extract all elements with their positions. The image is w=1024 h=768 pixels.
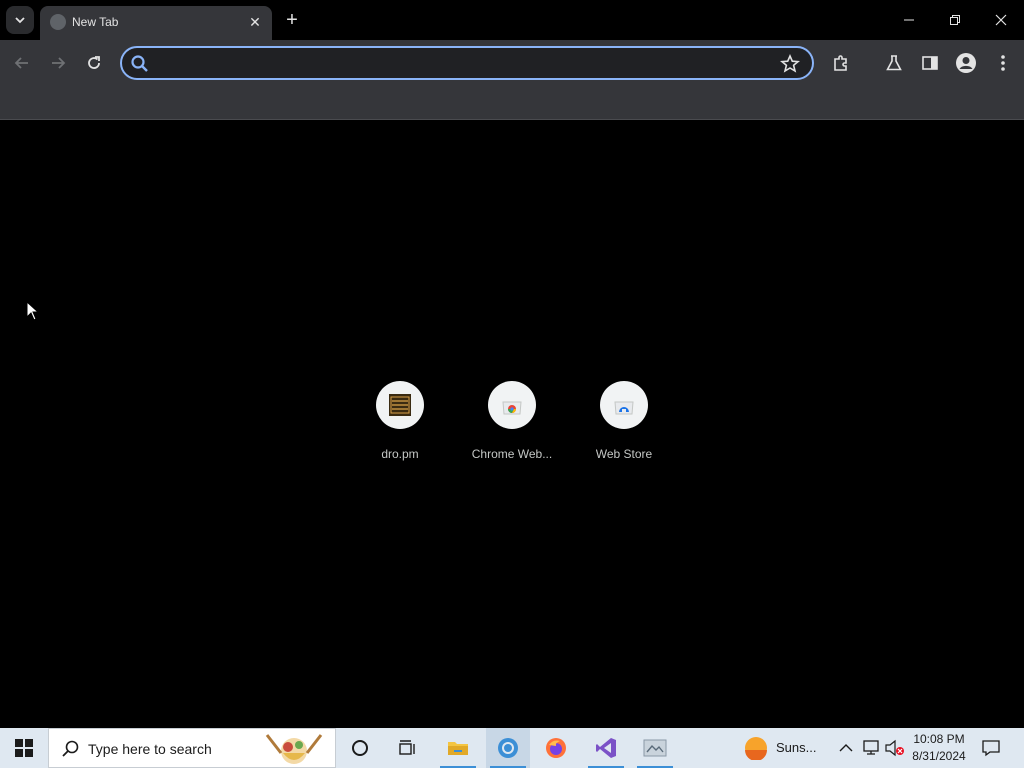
browser-toolbar (0, 40, 1024, 112)
visual-studio-taskbar-button[interactable] (584, 728, 628, 768)
reload-button[interactable] (80, 49, 108, 77)
show-hidden-icons-button[interactable] (836, 738, 856, 758)
more-vertical-icon (1001, 55, 1005, 71)
shortcut-label: Web Store (595, 447, 653, 461)
shortcut-tile[interactable]: Web Store (568, 381, 680, 473)
back-button[interactable] (8, 49, 36, 77)
firefox-taskbar-button[interactable] (534, 728, 578, 768)
weather-text: Suns... (776, 740, 817, 755)
side-panel-button[interactable] (919, 52, 941, 74)
search-icon (131, 55, 148, 72)
forward-button[interactable] (44, 49, 72, 77)
network-button[interactable] (861, 738, 881, 758)
speaker-muted-icon (885, 739, 904, 757)
tab-strip: New Tab ✕ + (0, 0, 1024, 40)
menu-button[interactable] (992, 52, 1014, 74)
clock-date: 8/31/2024 (912, 749, 966, 763)
minimize-button[interactable] (886, 0, 932, 40)
chevron-down-icon (15, 17, 25, 24)
app-window-icon (643, 739, 667, 757)
taskbar-search-box[interactable]: Type here to search (48, 728, 336, 768)
extensions-button[interactable] (830, 52, 852, 74)
profile-button[interactable] (955, 52, 977, 74)
chrome-web-store-icon (502, 401, 522, 415)
chrome-taskbar-button[interactable] (486, 728, 530, 768)
labs-button[interactable] (883, 52, 905, 74)
folder-icon (448, 742, 468, 755)
notifications-button[interactable] (980, 728, 1002, 768)
tab-new-tab[interactable]: New Tab ✕ (40, 6, 272, 40)
new-tab-page: dro.pm Chrome Web... Web Store (0, 121, 1024, 728)
tab-title: New Tab (72, 15, 119, 29)
dro-pm-icon (389, 394, 411, 416)
shortcut-tile[interactable]: Chrome Web... (456, 381, 568, 473)
search-icon (62, 740, 79, 757)
side-panel-icon (922, 56, 938, 70)
start-button[interactable] (0, 728, 48, 768)
arrow-left-icon (14, 57, 28, 69)
bookmark-star-icon[interactable] (780, 54, 800, 74)
close-icon (995, 14, 1007, 26)
chevron-up-icon (839, 744, 853, 752)
reload-icon (88, 56, 100, 69)
shortcut-icon-circle (600, 381, 648, 429)
shortcut-icon-circle (488, 381, 536, 429)
shortcut-label: Chrome Web... (471, 447, 553, 461)
shortcut-tile[interactable]: dro.pm (344, 381, 456, 473)
chrome-icon (498, 738, 518, 758)
minimize-icon (904, 19, 914, 21)
arrow-right-icon (52, 57, 66, 69)
restore-icon (950, 15, 960, 25)
bookmarks-bar (0, 86, 1024, 120)
cortana-circle-icon (352, 740, 368, 756)
sunset-icon (745, 737, 767, 760)
web-store-icon (614, 401, 634, 415)
shortcut-icon-circle (376, 381, 424, 429)
task-view-icon (399, 740, 415, 755)
tab-search-button[interactable] (6, 6, 34, 34)
weather-widget[interactable]: Suns... (740, 728, 832, 768)
volume-button[interactable] (885, 738, 905, 758)
globe-icon (50, 14, 66, 30)
visual-studio-icon (596, 738, 616, 758)
puzzle-icon (834, 55, 847, 71)
cortana-button[interactable] (338, 728, 382, 768)
app-taskbar-button[interactable] (633, 728, 677, 768)
taskbar-clock[interactable]: 10:08 PM 8/31/2024 (908, 731, 970, 765)
notification-icon (982, 740, 1000, 757)
search-highlight-image-icon (265, 734, 323, 764)
close-window-button[interactable] (978, 0, 1024, 40)
restore-button[interactable] (932, 0, 978, 40)
flask-icon (886, 55, 902, 71)
file-explorer-button[interactable] (436, 728, 480, 768)
shortcut-label: dro.pm (381, 447, 419, 461)
tab-close-icon[interactable]: ✕ (246, 13, 264, 31)
avatar-icon (956, 53, 976, 73)
task-view-button[interactable] (386, 728, 430, 768)
search-placeholder: Type here to search (88, 741, 212, 757)
new-tab-button[interactable]: + (280, 8, 304, 32)
address-input[interactable] (158, 52, 778, 74)
network-icon (863, 740, 879, 755)
taskbar: Type here to search Suns... 10:08 PM 8/3… (0, 728, 1024, 768)
windows-logo-icon (15, 739, 33, 757)
firefox-icon (546, 738, 566, 758)
clock-time: 10:08 PM (913, 732, 965, 746)
mouse-cursor-icon (26, 301, 40, 321)
omnibox[interactable] (120, 46, 814, 80)
